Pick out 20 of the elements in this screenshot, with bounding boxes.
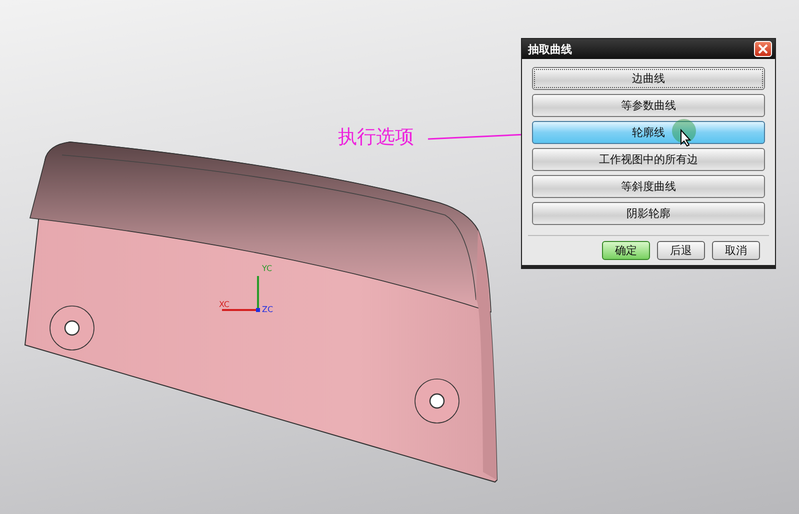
option-button[interactable]: 工作视图中的所有边 [532,148,765,171]
close-button[interactable] [754,41,772,57]
axis-label: XC [219,300,230,309]
option-button[interactable]: 等斜度曲线 [532,175,765,198]
axis-label: YC [262,264,272,273]
option-button[interactable]: 阴影轮廓 [532,202,765,225]
close-icon [758,44,768,54]
y-axis-line [257,276,259,309]
cursor-icon [680,129,692,147]
z-axis-mark [256,308,260,312]
dialog-title: 抽取曲线 [528,42,572,56]
option-button[interactable]: 边曲线 [532,67,765,90]
annotation-text: 执行选项 [338,125,414,149]
axis-label: ZC [262,305,274,314]
dialog-button[interactable]: 后退 [657,241,705,260]
option-button[interactable]: 轮廓线 [532,121,765,144]
dialog-button[interactable]: 确定 [602,241,650,260]
x-axis-line [222,309,257,311]
dialog-button[interactable]: 取消 [712,241,760,260]
option-button[interactable]: 等参数曲线 [532,94,765,117]
